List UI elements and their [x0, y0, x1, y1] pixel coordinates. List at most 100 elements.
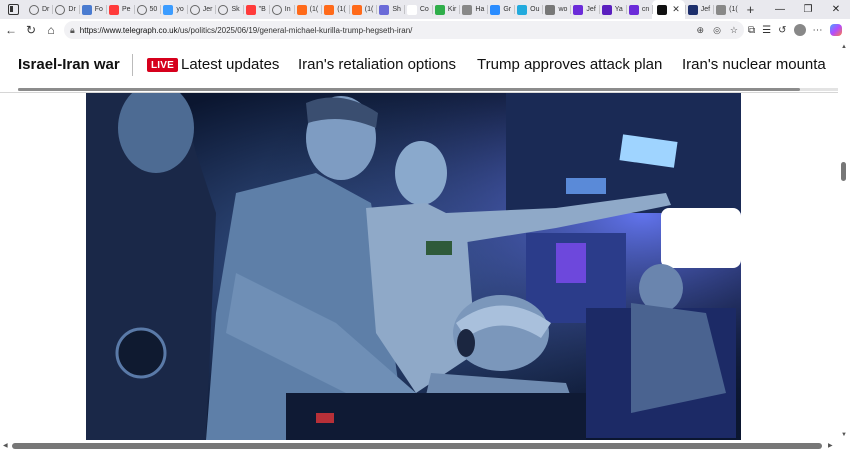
close-window-button[interactable]: ✕	[822, 0, 850, 19]
tab-label: Ha	[475, 6, 485, 13]
back-button[interactable]: ←	[2, 19, 20, 41]
browser-tab[interactable]: Ha	[459, 0, 487, 19]
browser-tab[interactable]: Fo	[78, 0, 106, 19]
browser-tab[interactable]: (1(	[293, 0, 322, 19]
tab-favicon-icon	[245, 4, 256, 15]
close-tab-icon[interactable]: ✕	[672, 4, 680, 15]
browser-tab[interactable]: Ya	[598, 0, 626, 19]
browser-tab[interactable]: yo	[160, 0, 186, 19]
photo-illustration	[86, 93, 741, 440]
page-viewport: Israel-Iran war LIVE Latest updates Iran…	[0, 41, 838, 440]
topic-divider	[132, 54, 133, 76]
zoom-icon[interactable]: ⊕	[697, 25, 705, 36]
browser-tab[interactable]: Dr	[26, 0, 52, 19]
live-badge[interactable]: LIVE	[147, 58, 179, 72]
tab-label: Jer	[202, 6, 213, 13]
vertical-scroll-thumb[interactable]	[841, 162, 846, 181]
tab-label: Pe	[121, 6, 131, 13]
browser-tab[interactable]: Jer	[186, 0, 216, 19]
tab-strip: Dr Dr Fo Pe 50 yo Jer Sk "B In (1((1((1(Sh Co Kir Ha G…	[0, 0, 850, 19]
browser-tab[interactable]: Dr	[52, 0, 78, 19]
profile-avatar[interactable]	[793, 24, 806, 36]
browser-tab[interactable]: 50	[133, 0, 161, 19]
reading-view-icon[interactable]: ◎	[713, 25, 721, 36]
browser-tab[interactable]: "B	[242, 0, 269, 19]
scroll-down-arrow[interactable]: ▼	[841, 432, 847, 438]
tab-favicon-icon	[296, 4, 307, 15]
topic-link-attack-plan[interactable]: Trump approves attack plan	[477, 56, 662, 73]
favorite-star-icon[interactable]: ☆	[730, 25, 738, 36]
browser-tab[interactable]: Ou	[514, 0, 542, 19]
address-bar[interactable]: 🔒︎ https://www.telegraph.co.uk/us/politi…	[64, 21, 744, 39]
horizontal-scrollbar[interactable]: ◀ ▶	[0, 440, 850, 452]
tab-label: Jef	[586, 6, 596, 13]
tab-label: yo	[176, 6, 184, 13]
split-screen-icon[interactable]: ⧉	[748, 25, 755, 36]
url-host: https://www.telegraph.co.uk	[79, 25, 178, 35]
tab-actions-menu[interactable]	[0, 0, 26, 19]
browser-tab[interactable]: wo	[542, 0, 570, 19]
tab-favicon-icon	[406, 4, 417, 15]
navigation-bar: ← ↻ ⌂ 🔒︎ https://www.telegraph.co.uk/us/…	[0, 19, 850, 41]
tab-favicon-icon	[462, 4, 473, 15]
favorites-icon[interactable]: ☰	[762, 25, 771, 36]
tab-favicon-icon	[351, 4, 362, 15]
lock-icon[interactable]: 🔒︎	[70, 25, 75, 36]
tab-favicon-icon	[29, 4, 39, 15]
browser-tab[interactable]: (1(	[348, 0, 377, 19]
tab-favicon-icon	[628, 4, 639, 15]
browser-tab[interactable]: ✕	[652, 0, 685, 19]
article-hero-photo	[86, 93, 741, 440]
refresh-button[interactable]: ↻	[22, 19, 40, 41]
horizontal-scroll-thumb[interactable]	[12, 443, 822, 449]
tab-label: (1(	[309, 6, 319, 13]
tab-favicon-icon	[218, 4, 229, 15]
tab-label: Kir	[447, 6, 457, 13]
browser-tab[interactable]: (1(	[713, 0, 741, 19]
home-button[interactable]: ⌂	[42, 19, 60, 41]
browser-tab[interactable]: (1(	[321, 0, 349, 19]
history-icon[interactable]: ↺	[778, 25, 786, 36]
minimize-button[interactable]: —	[766, 0, 794, 19]
browser-tab[interactable]: Pe	[105, 0, 134, 19]
maximize-button[interactable]: ❐	[794, 0, 822, 19]
tab-favicon-icon	[271, 4, 282, 15]
topic-link-retaliation-options[interactable]: Iran's retaliation options	[298, 56, 456, 73]
tab-favicon-icon	[517, 4, 528, 15]
topic-link-nuclear-mountain[interactable]: Iran's nuclear mounta	[682, 56, 826, 73]
topic-scroll-thumb[interactable]	[18, 88, 800, 91]
tab-label: Ou	[530, 6, 540, 13]
url-text[interactable]: https://www.telegraph.co.uk/us/politics/…	[80, 26, 413, 35]
browser-tab[interactable]: In	[268, 0, 294, 19]
topic-scroll-track[interactable]	[18, 88, 838, 91]
browser-tab[interactable]: Kir	[431, 0, 460, 19]
tab-label: wo	[558, 6, 568, 13]
tab-favicon-icon	[55, 4, 66, 15]
topic-title[interactable]: Israel-Iran war	[18, 56, 120, 73]
topic-link-latest-updates[interactable]: Latest updates	[181, 56, 279, 73]
browser-tab[interactable]: Sh	[376, 0, 404, 19]
topic-navigation: Israel-Iran war LIVE Latest updates Iran…	[0, 41, 838, 91]
tab-favicon-icon	[545, 4, 556, 15]
browser-tab[interactable]: Jef	[570, 0, 598, 19]
tab-label: Gr	[503, 6, 512, 13]
vertical-scrollbar[interactable]: ▲ ▼	[838, 41, 850, 442]
tab-label: "B	[258, 6, 266, 13]
browser-tab[interactable]: Sk	[215, 0, 242, 19]
scroll-up-arrow[interactable]: ▲	[841, 44, 847, 50]
browser-tab[interactable]: Jef	[684, 0, 713, 19]
tab-label: Sk	[231, 6, 240, 13]
scroll-left-arrow[interactable]: ◀	[3, 442, 8, 449]
tab-favicon-icon	[601, 4, 612, 15]
tab-favicon-icon	[81, 4, 92, 15]
more-menu-icon[interactable]: ⋯	[813, 25, 823, 36]
copilot-icon[interactable]	[829, 24, 842, 36]
tab-favicon-icon	[189, 4, 200, 15]
browser-tab[interactable]: Co	[403, 0, 432, 19]
scroll-right-arrow[interactable]: ▶	[828, 442, 833, 449]
browser-tab[interactable]: cn	[625, 0, 652, 19]
browser-tab[interactable]: Gr	[487, 0, 514, 19]
new-tab-button[interactable]: +	[741, 2, 761, 17]
tab-favicon-icon	[657, 4, 668, 15]
tab-label: 50	[149, 6, 158, 13]
